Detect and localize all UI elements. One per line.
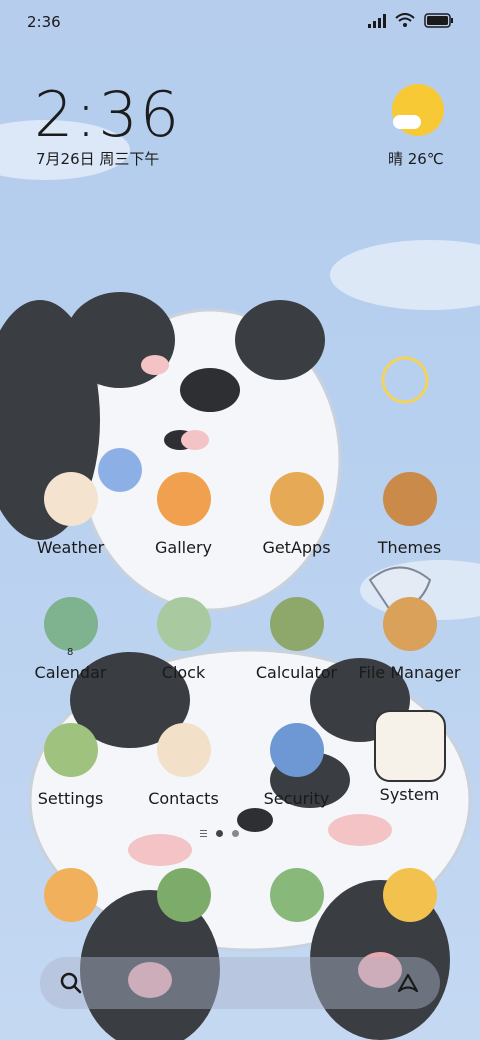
app-label: Security: [263, 789, 330, 808]
app-system-folder[interactable]: System: [353, 710, 466, 804]
messages-app-icon: [156, 868, 211, 922]
weather-widget-text[interactable]: 晴 26℃: [388, 148, 444, 169]
dock-camera[interactable]: [353, 868, 466, 922]
battery-icon: [424, 13, 453, 28]
camera-app-icon: [382, 868, 437, 922]
app-label: System: [379, 785, 440, 804]
dock-messages[interactable]: [127, 868, 240, 922]
dock-phone[interactable]: [14, 868, 127, 922]
clock-widget-time[interactable]: 2:36: [34, 78, 181, 151]
assistant-icon[interactable]: [396, 972, 420, 994]
app-themes[interactable]: Themes: [353, 472, 466, 557]
app-label: GetApps: [262, 538, 331, 557]
search-bar[interactable]: [40, 957, 440, 1009]
app-contacts[interactable]: Contacts: [127, 723, 240, 808]
app-label: Settings: [37, 789, 104, 808]
app-settings[interactable]: Settings: [14, 723, 127, 808]
app-security[interactable]: Security: [240, 723, 353, 808]
page-indicator[interactable]: [200, 830, 239, 837]
status-time: 2:36: [27, 13, 61, 31]
settings-app-icon: [43, 723, 98, 777]
gallery-app-icon: [156, 472, 211, 526]
security-app-icon: [269, 723, 324, 777]
clock-app-icon: [156, 597, 211, 651]
page-dot[interactable]: [232, 830, 239, 837]
app-label: Gallery: [155, 538, 212, 557]
signal-icon: [368, 13, 386, 28]
calculator-app-icon: [269, 597, 324, 651]
browser-app-icon: [269, 868, 324, 922]
getapps-app-icon: [269, 472, 324, 526]
app-label: File Manager: [358, 663, 461, 682]
phone-app-icon: [43, 868, 98, 922]
system-folder-icon: [373, 710, 446, 782]
weather-app-icon: [43, 472, 98, 526]
page-dot-current[interactable]: [216, 830, 223, 837]
app-label: Themes: [377, 538, 442, 557]
app-label: Calendar: [34, 663, 107, 682]
status-bar: 2:36: [0, 0, 480, 42]
app-clock[interactable]: Clock: [127, 597, 240, 682]
contacts-app-icon: [156, 723, 211, 777]
app-label: Weather: [36, 538, 105, 557]
app-label: Contacts: [148, 789, 219, 808]
app-getapps[interactable]: GetApps: [240, 472, 353, 557]
calendar-app-icon: [43, 597, 98, 651]
app-list-icon[interactable]: [200, 830, 207, 837]
app-calculator[interactable]: Calculator: [240, 597, 353, 682]
app-calendar[interactable]: 8 Calendar: [14, 597, 127, 682]
file-manager-app-icon: [382, 597, 437, 651]
app-file-manager[interactable]: File Manager: [353, 597, 466, 682]
clock-widget-date[interactable]: 7月26日 周三下午: [36, 148, 159, 169]
search-icon[interactable]: [60, 972, 82, 994]
app-label: Calculator: [255, 663, 338, 682]
themes-app-icon: [382, 472, 437, 526]
wifi-icon: [395, 13, 415, 27]
app-weather[interactable]: Weather: [14, 472, 127, 557]
dock-browser[interactable]: [240, 868, 353, 922]
cloud-icon: [393, 115, 421, 129]
calendar-date-badge: 8: [67, 647, 74, 658]
app-gallery[interactable]: Gallery: [127, 472, 240, 557]
app-label: Clock: [161, 663, 206, 682]
